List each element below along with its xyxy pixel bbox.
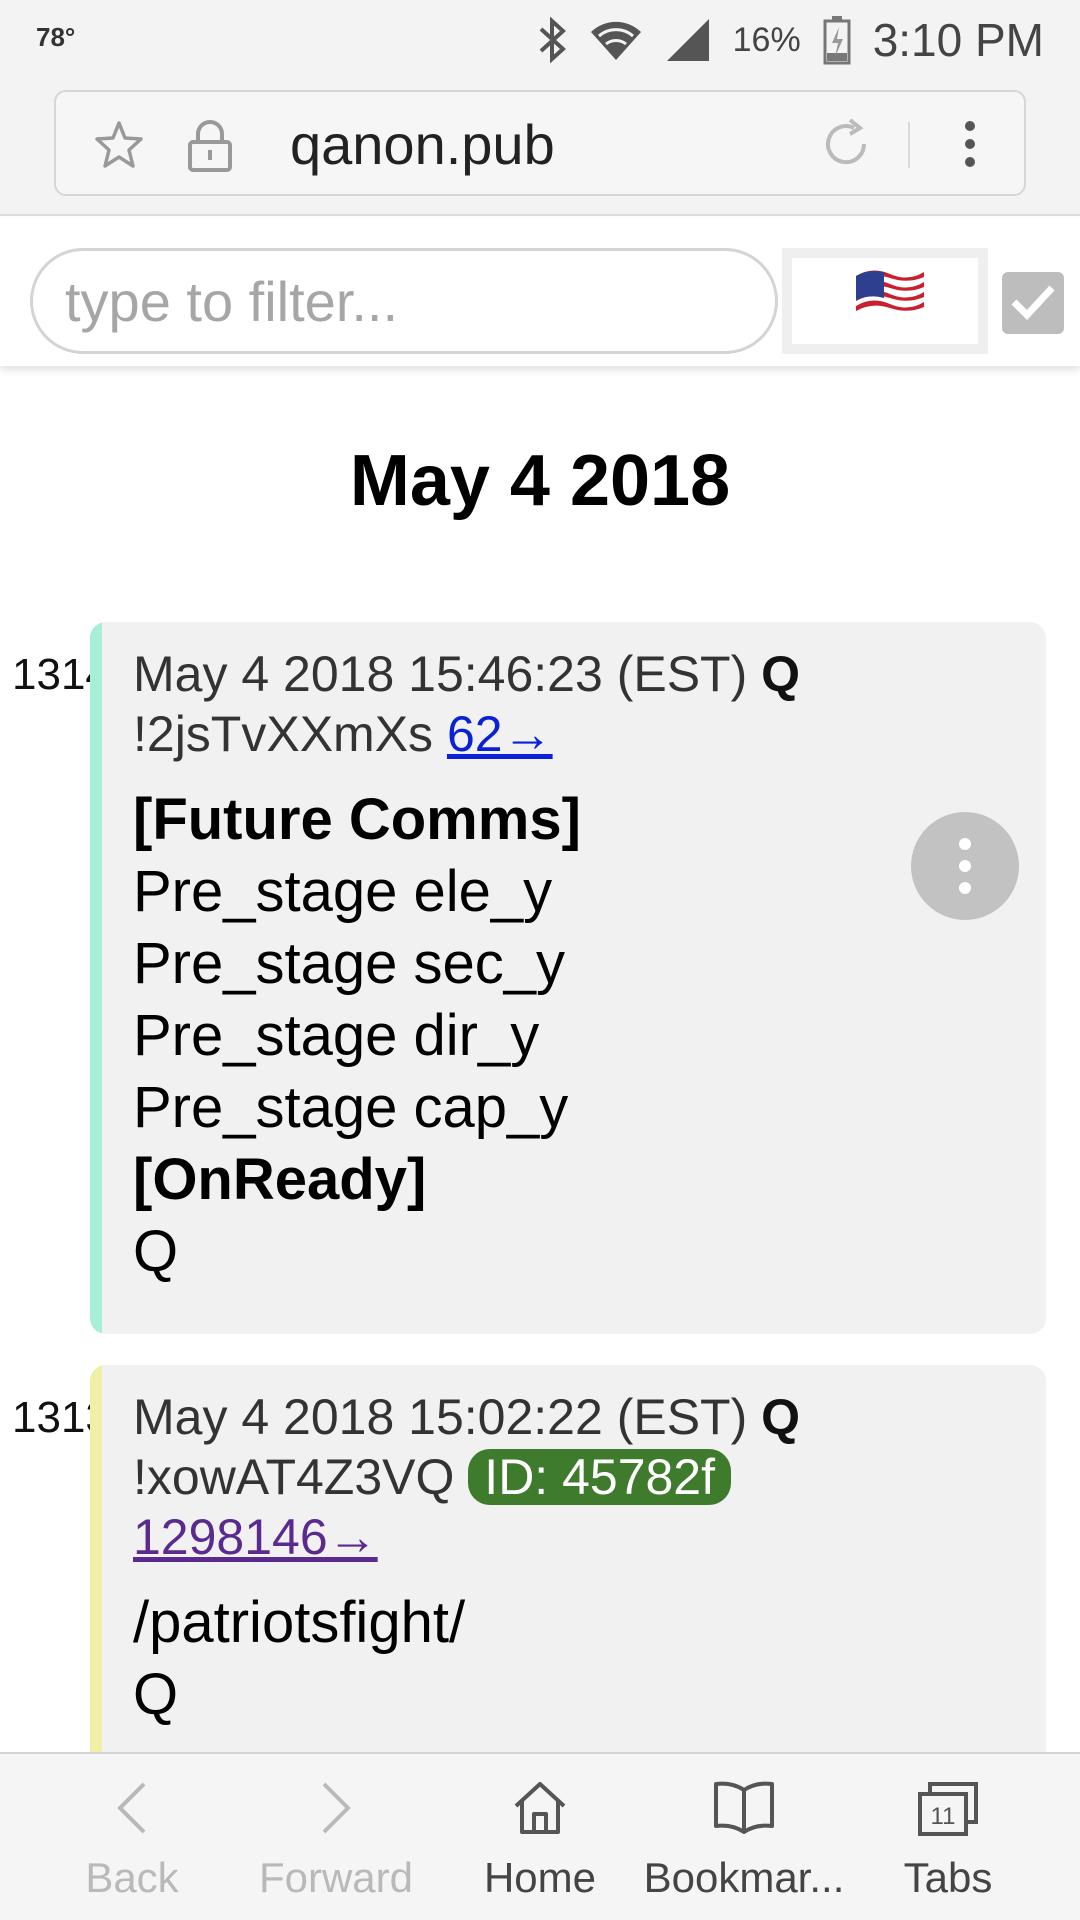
nav-tabs-button[interactable]: 11 Tabs (840, 1754, 1056, 1920)
post-accent-bar (90, 1365, 102, 1785)
nav-forward-label: Forward (258, 1854, 414, 1901)
lock-icon[interactable] (186, 118, 234, 177)
nav-bookmarks-label: Bookmar... (643, 1854, 845, 1901)
more-vert-icon[interactable] (960, 118, 980, 175)
post-author: Q (761, 1389, 801, 1445)
nav-bookmarks-button[interactable]: Bookmar... (636, 1754, 852, 1920)
bottom-nav: Back Forward Home Bookmar... 11 Tabs (0, 1752, 1080, 1920)
post-id-badge: ID: 45782f (468, 1449, 732, 1505)
temperature-text: 78° (36, 22, 76, 52)
tabs-icon: 11 (918, 1782, 978, 1836)
url-text[interactable]: qanon.pub (290, 112, 555, 177)
nav-back-button[interactable]: Back (24, 1754, 240, 1920)
reload-icon[interactable] (820, 118, 872, 175)
home-icon (514, 1782, 566, 1834)
post-text: [Future Comms] Pre_stage ele_y Pre_stage… (133, 784, 1046, 1288)
post-menu-button[interactable] (911, 812, 1019, 920)
post-tripcode: !xowAT4Z3VQ (133, 1449, 455, 1505)
nav-home-button[interactable]: Home (432, 1754, 648, 1920)
signal-icon (665, 17, 711, 63)
post-timestamp: May 4 2018 15:02:22 (EST) (133, 1389, 748, 1445)
star-icon[interactable] (94, 120, 144, 175)
chevron-left-icon (117, 1782, 146, 1834)
browser-toolbar: qanon.pub (0, 80, 1080, 216)
more-vert-icon (959, 838, 971, 894)
post-meta-second: !xowAT4Z3VQ ID: 45782f (133, 1447, 1046, 1507)
toolbar-divider (908, 122, 910, 168)
post-author: Q (761, 646, 801, 702)
filter-input[interactable] (30, 248, 778, 354)
post-line: Pre_stage cap_y (133, 1075, 569, 1140)
post-meta: May 4 2018 15:02:22 (EST) Q (133, 1387, 1046, 1447)
post-accent-bar (90, 622, 102, 1334)
wifi-icon (589, 18, 643, 62)
post-line: Q (133, 1219, 179, 1284)
post-timestamp: May 4 2018 15:46:23 (EST) (133, 646, 748, 702)
book-icon (714, 1781, 774, 1834)
post-tripcode: !2jsTvXXmXs (133, 706, 434, 762)
battery-percent: 16% (732, 20, 801, 59)
battery-icon (823, 15, 851, 65)
post-line: Pre_stage sec_y (133, 931, 566, 996)
post-reply-link[interactable]: 1298146→ (133, 1509, 378, 1565)
post-meta-second: !2jsTvXXmXs 62→ (133, 704, 1046, 764)
post-line: Q (133, 1662, 179, 1727)
post-line: [Future Comms] (133, 787, 581, 852)
post-text: /patriotsfight/ Q (133, 1587, 1046, 1731)
address-bar[interactable]: qanon.pub (54, 90, 1026, 196)
filter-bar (0, 218, 1080, 366)
chevron-right-icon (322, 1782, 351, 1834)
post-line: [OnReady] (133, 1147, 427, 1212)
bluetooth-icon (537, 17, 567, 63)
nav-tabs-label: Tabs (903, 1854, 993, 1901)
post-line: /patriotsfight/ (133, 1590, 466, 1655)
post-card: May 4 2018 15:02:22 (EST) Q !xowAT4Z3VQ … (90, 1365, 1046, 1785)
nav-back-label: Back (85, 1854, 179, 1901)
post-line: Pre_stage ele_y (133, 859, 553, 924)
post-card: May 4 2018 15:46:23 (EST) Q !2jsTvXXmXs … (90, 622, 1046, 1334)
nav-forward-button[interactable]: Forward (228, 1754, 444, 1920)
post-meta-third: 1298146→ (133, 1507, 1046, 1567)
flag-button[interactable] (782, 248, 988, 354)
date-heading: May 4 2018 (349, 441, 731, 521)
checkmark-icon (1011, 285, 1055, 321)
tabs-count: 11 (931, 1803, 956, 1830)
post-reply-link[interactable]: 62→ (447, 706, 553, 762)
nav-home-label: Home (483, 1854, 597, 1901)
status-icons: 16% 3:10 PM (537, 10, 1044, 70)
status-bar: 78° 16% 3:10 PM (0, 0, 1080, 80)
filter-checkbox[interactable] (1002, 272, 1064, 334)
post-line: Pre_stage dir_y (133, 1003, 540, 1068)
clock-time: 3:10 PM (872, 14, 1044, 66)
us-flag-icon (856, 270, 924, 318)
post-meta: May 4 2018 15:46:23 (EST) Q (133, 644, 1046, 704)
